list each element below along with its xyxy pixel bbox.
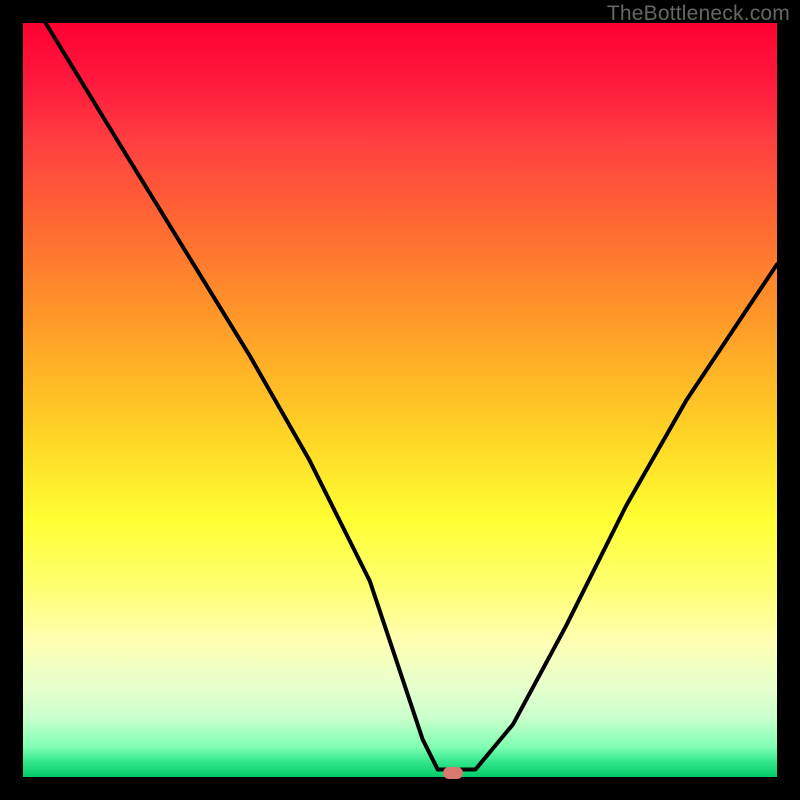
bottleneck-curve (23, 23, 777, 777)
plot-area (23, 23, 777, 777)
optimal-marker (443, 767, 463, 779)
chart-frame: TheBottleneck.com (0, 0, 800, 800)
watermark-text: TheBottleneck.com (607, 2, 790, 26)
